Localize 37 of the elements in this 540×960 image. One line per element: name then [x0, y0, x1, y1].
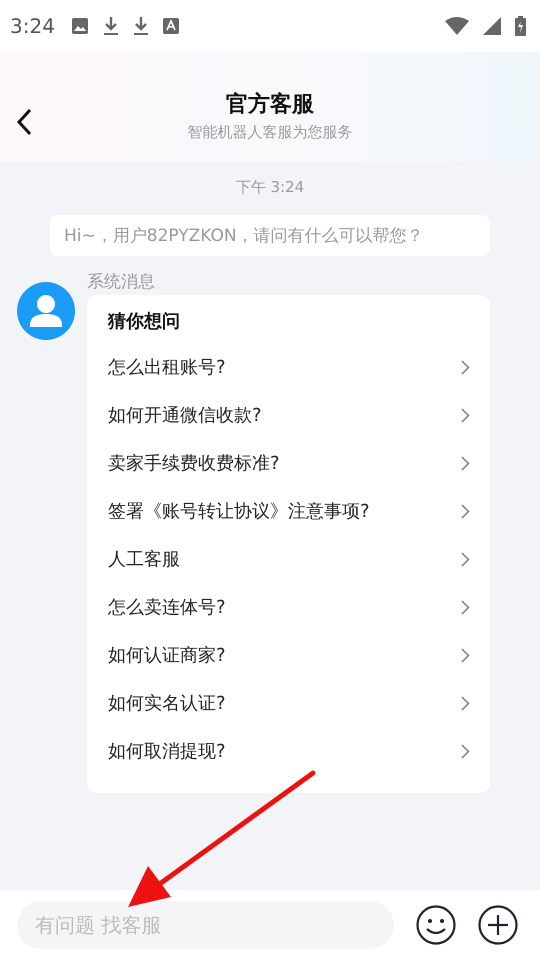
chevron-icon — [461, 648, 470, 662]
question-item[interactable]: 如何取消提现? — [108, 727, 470, 775]
back-icon[interactable] — [16, 108, 32, 136]
question-item[interactable]: 怎么出租账号? — [108, 343, 470, 391]
question-item[interactable]: 签署《账号转让协议》注意事项? — [108, 487, 470, 535]
keyboard-app-icon — [162, 18, 179, 34]
message-input[interactable]: 有问题 找客服 — [17, 901, 394, 949]
chevron-icon — [461, 696, 470, 710]
chevron-icon — [461, 552, 470, 566]
page-title: 官方客服 — [226, 90, 314, 118]
question-item[interactable]: 人工客服 — [108, 535, 470, 583]
status-time: 3:24 — [10, 14, 55, 38]
card-title: 猜你想问 — [108, 310, 180, 333]
chevron-icon — [461, 408, 470, 422]
add-icon[interactable] — [478, 905, 518, 945]
question-item[interactable]: 如何开通微信收款? — [108, 391, 470, 439]
question-item[interactable]: 怎么卖连体号? — [108, 583, 470, 631]
wifi-icon — [445, 17, 469, 35]
battery-icon — [515, 16, 526, 36]
question-item[interactable]: 卖家手续费收费标准? — [108, 439, 470, 487]
download-icon — [132, 16, 149, 36]
chevron-icon — [461, 504, 470, 518]
page-subtitle: 智能机器人客服为您服务 — [188, 122, 352, 142]
chevron-icon — [461, 600, 470, 614]
message-timestamp: 下午 3:24 — [236, 178, 304, 197]
question-item[interactable]: 如何认证商家? — [108, 631, 470, 679]
greeting-message: Hi~，用户82PYZKON，请问有什么可以帮您？ — [50, 215, 490, 256]
question-item[interactable]: 如何实名认证? — [108, 679, 470, 727]
chevron-icon — [461, 744, 470, 758]
emoji-icon[interactable] — [416, 905, 456, 945]
sender-name: 系统消息 — [87, 271, 155, 293]
avatar-icon — [17, 282, 75, 340]
download-icon — [102, 16, 119, 36]
chevron-icon — [461, 456, 470, 470]
image-icon — [70, 17, 89, 35]
chevron-icon — [461, 360, 470, 374]
signal-icon — [483, 17, 501, 35]
